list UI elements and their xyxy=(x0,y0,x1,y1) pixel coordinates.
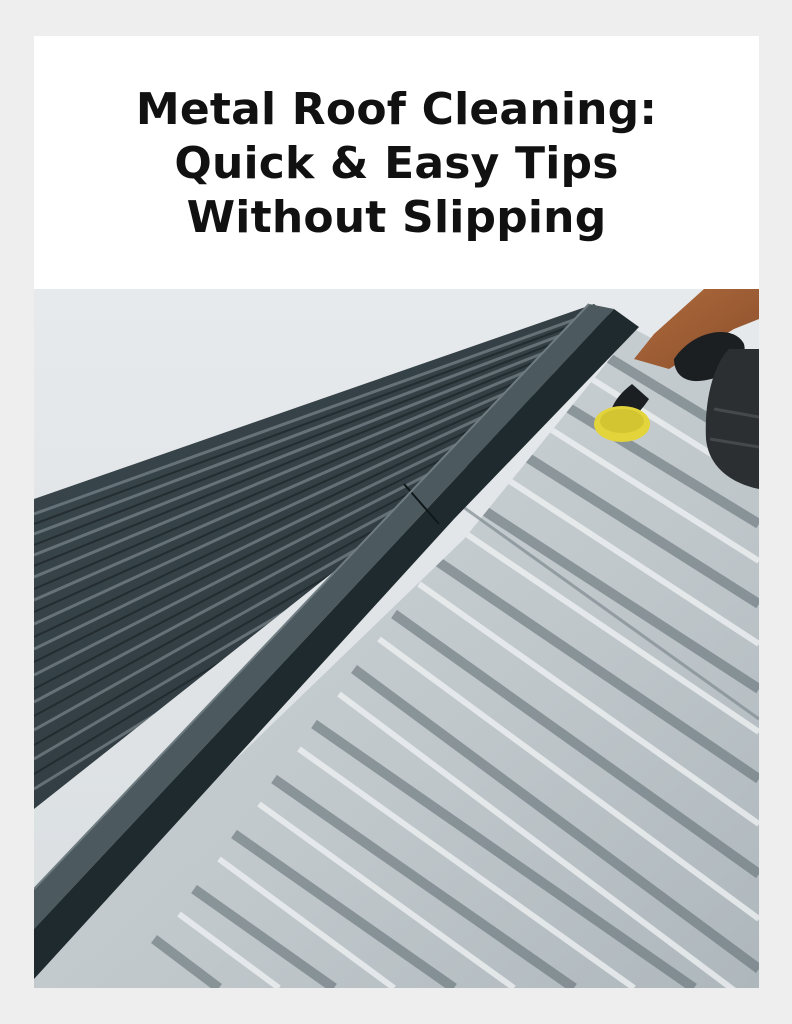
title-line-1: Metal Roof Cleaning: xyxy=(135,83,658,135)
title-line-3: Without Slipping xyxy=(186,191,607,243)
title-line-2: Quick & Easy Tips xyxy=(174,137,619,189)
poster-card: Metal Roof Cleaning: Quick & Easy Tips W… xyxy=(34,36,759,988)
title-block: Metal Roof Cleaning: Quick & Easy Tips W… xyxy=(34,36,759,289)
metal-roof-cleaning-photo xyxy=(34,289,759,988)
roof-illustration xyxy=(34,289,759,988)
